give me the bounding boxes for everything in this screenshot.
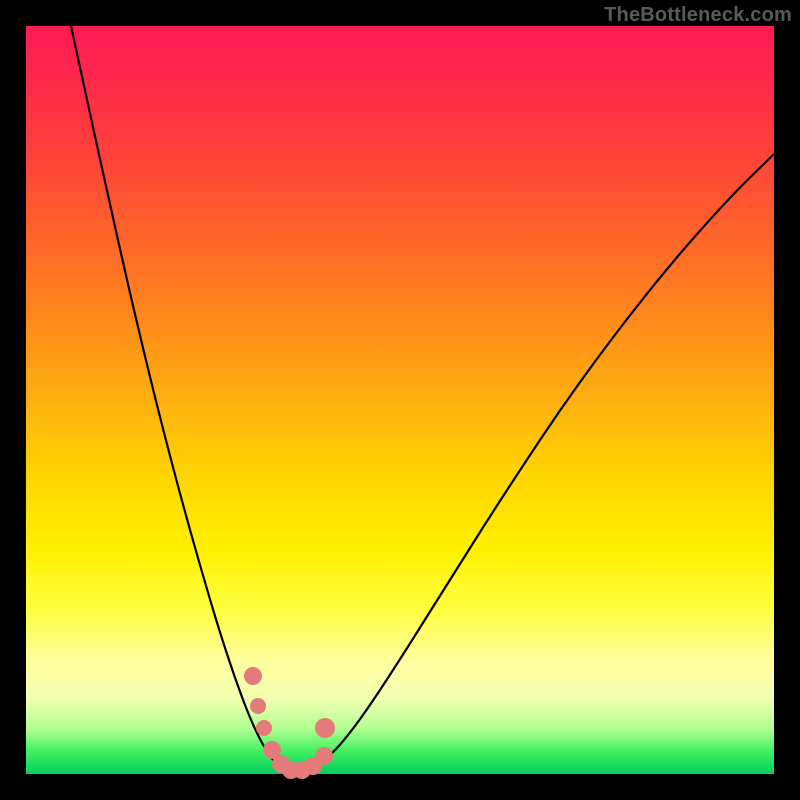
trough-dot bbox=[256, 720, 272, 736]
trough-dot-group bbox=[244, 667, 335, 779]
watermark-text: TheBottleneck.com bbox=[604, 4, 792, 27]
trough-dot bbox=[250, 698, 266, 714]
curve-right-branch bbox=[306, 154, 774, 774]
chart-frame: TheBottleneck.com bbox=[0, 0, 800, 800]
plot-area bbox=[26, 26, 774, 774]
trough-dot bbox=[315, 747, 333, 765]
trough-dot bbox=[244, 667, 262, 685]
chart-svg bbox=[26, 26, 774, 774]
curve-left-branch bbox=[71, 26, 286, 774]
trough-dot bbox=[315, 718, 335, 738]
